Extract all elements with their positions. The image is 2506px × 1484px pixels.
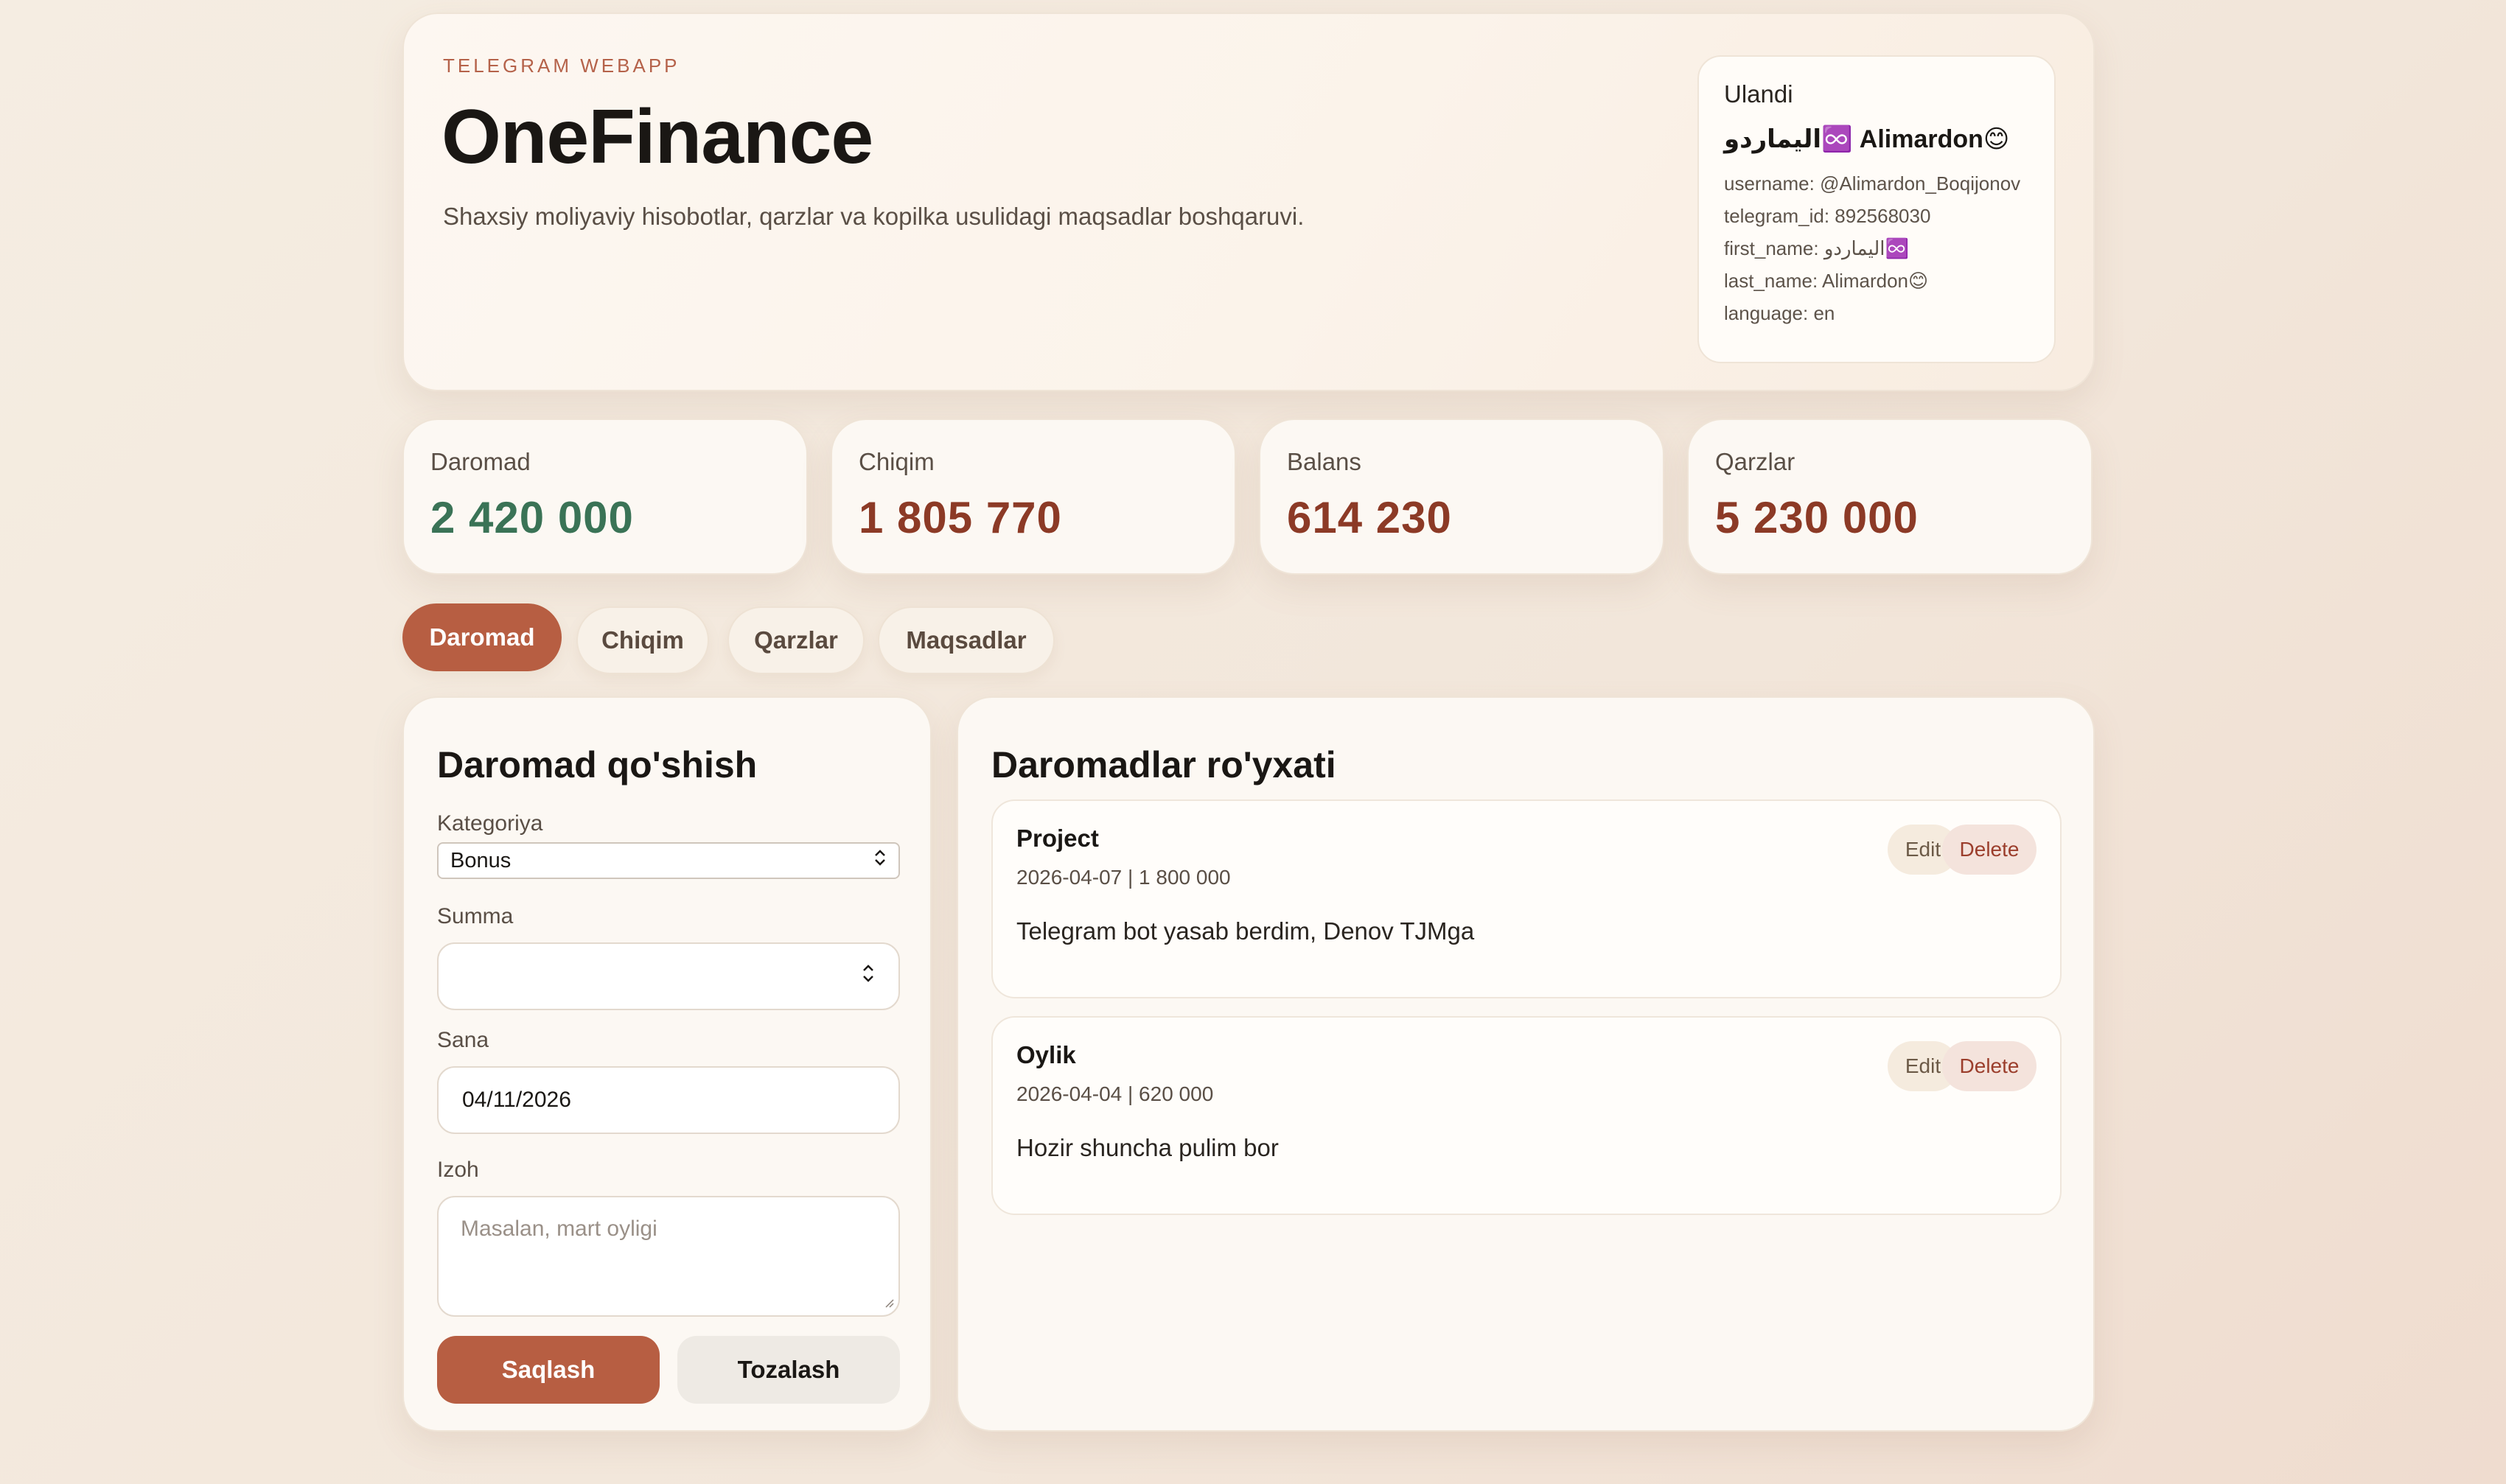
entry-title: Project: [1016, 825, 1099, 852]
income-list-card: Daromadlar ro'yxati Project 2026-04-07 |…: [957, 696, 2095, 1432]
list-item: Oylik 2026-04-04 | 620 000 Hozir shuncha…: [991, 1016, 2062, 1215]
list-title: Daromadlar ro'yxati: [991, 744, 1336, 785]
resize-grip-icon[interactable]: [882, 1293, 894, 1312]
entry-note: Hozir shuncha pulim bor: [1016, 1134, 1279, 1161]
user-language: language: en: [1724, 302, 1835, 324]
stat-label: Daromad: [430, 448, 531, 475]
stat-value: 2 420 000: [430, 493, 634, 542]
stat-card-income: Daromad 2 420 000: [402, 419, 808, 575]
delete-button[interactable]: Delete: [1942, 1041, 2036, 1091]
user-display-name: اليماردو♾️ Alimardon😊: [1724, 125, 2010, 153]
user-username: username: @Alimardon_Boqijonov: [1724, 172, 2021, 195]
stat-label: Balans: [1287, 448, 1361, 475]
tab-goals[interactable]: Maqsadlar: [878, 606, 1055, 674]
stat-value: 5 230 000: [1715, 493, 1919, 542]
category-label: Kategoriya: [437, 811, 543, 836]
entry-title: Oylik: [1016, 1041, 1076, 1068]
tab-expense[interactable]: Chiqim: [576, 606, 709, 674]
app-title: OneFinance: [441, 94, 873, 180]
category-select[interactable]: Bonus: [437, 842, 900, 879]
add-income-form: Daromad qo'shish Kategoriya Bonus Summa …: [402, 696, 932, 1432]
form-title: Daromad qo'shish: [437, 744, 758, 785]
amount-label: Summa: [437, 904, 514, 928]
entry-meta: 2026-04-04 | 620 000: [1016, 1082, 1214, 1105]
note-placeholder: Masalan, mart oyligi: [461, 1217, 657, 1241]
user-first-name: first_name: اليماردو♾️: [1724, 237, 1909, 259]
save-button[interactable]: Saqlash: [437, 1336, 660, 1404]
eyebrow-label: TELEGRAM WEBAPP: [443, 55, 680, 77]
tab-income[interactable]: Daromad: [402, 603, 562, 671]
entry-meta: 2026-04-07 | 1 800 000: [1016, 866, 1231, 889]
delete-button[interactable]: Delete: [1942, 825, 2036, 875]
stat-card-balance: Balans 614 230: [1259, 419, 1664, 575]
updown-chevron-icon: [873, 848, 887, 873]
date-label: Sana: [437, 1028, 489, 1052]
clear-button[interactable]: Tozalash: [677, 1336, 900, 1404]
connection-status: Ulandi: [1724, 80, 1793, 108]
stat-label: Chiqim: [859, 448, 935, 475]
date-input[interactable]: 04/11/2026: [437, 1066, 900, 1134]
stat-card-debts: Qarzlar 5 230 000: [1687, 419, 2093, 575]
tab-debts[interactable]: Qarzlar: [727, 606, 865, 674]
note-label: Izoh: [437, 1158, 479, 1182]
hero-card: TELEGRAM WEBAPP OneFinance Shaxsiy moliy…: [402, 13, 2095, 391]
note-textarea[interactable]: Masalan, mart oyligi: [437, 1196, 900, 1317]
stat-label: Qarzlar: [1715, 448, 1795, 475]
stepper-icon[interactable]: [862, 962, 875, 990]
stat-card-expense: Chiqim 1 805 770: [831, 419, 1236, 575]
category-selected-value: Bonus: [450, 848, 512, 872]
list-item: Project 2026-04-07 | 1 800 000 Telegram …: [991, 799, 2062, 998]
user-info-card: Ulandi اليماردو♾️ Alimardon😊 username: @…: [1697, 55, 2056, 363]
date-value: 04/11/2026: [462, 1088, 571, 1112]
entry-note: Telegram bot yasab berdim, Denov TJMga: [1016, 917, 1475, 945]
user-last-name: last_name: Alimardon😊: [1724, 270, 1929, 292]
amount-input[interactable]: [437, 942, 900, 1010]
stat-value: 1 805 770: [859, 493, 1062, 542]
app-subtitle: Shaxsiy moliyaviy hisobotlar, qarzlar va…: [443, 203, 1305, 230]
user-telegram-id: telegram_id: 892568030: [1724, 205, 1931, 227]
stat-value: 614 230: [1287, 493, 1452, 542]
